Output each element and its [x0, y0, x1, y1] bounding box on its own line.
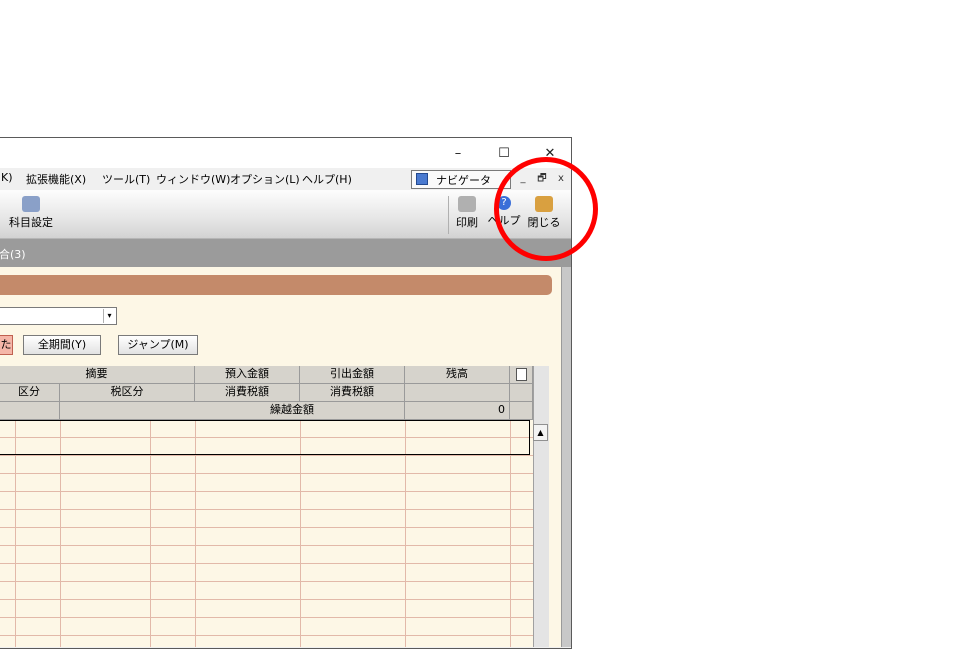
menu-bar: K) 拡張機能(X) ツール(T) ウィンドウ(W) オプション(L) ヘルプ(…	[0, 168, 571, 190]
toolbar-separator	[448, 196, 449, 234]
notepad-icon	[515, 368, 527, 381]
all-period-button[interactable]: 全期間(Y)	[23, 335, 101, 355]
navigator-icon	[416, 173, 428, 185]
menu-item-help[interactable]: ヘルプ(H)	[302, 171, 352, 187]
account-settings-button[interactable]: 科目設定	[5, 196, 57, 236]
navigator-button[interactable]: ナビゲータ	[411, 170, 511, 189]
print-label: 印刷	[456, 216, 478, 229]
header-summary: 摘要	[0, 366, 195, 384]
window-right-edge	[561, 267, 571, 647]
table-row[interactable]	[0, 564, 533, 600]
header-empty-corner	[510, 384, 533, 402]
account-settings-label: 科目設定	[9, 216, 53, 229]
tab-bar: 合(3)	[0, 239, 571, 267]
annotation-circle	[494, 157, 598, 261]
highlight-button[interactable]: た	[0, 335, 13, 355]
header-consumption-tax-withdrawal: 消費税額	[300, 384, 405, 402]
header-withdrawal: 引出金額	[300, 366, 405, 384]
column-settings-button[interactable]	[510, 366, 533, 384]
section-banner	[0, 275, 552, 295]
tab-partial[interactable]: 合(3)	[0, 246, 26, 262]
menu-item-tools[interactable]: ツール(T)	[102, 171, 150, 187]
vertical-scrollbar[interactable]	[533, 366, 549, 647]
carryover-value: 0	[405, 402, 510, 420]
table-row[interactable]	[0, 456, 533, 492]
jump-button[interactable]: ジャンプ(M)	[118, 335, 198, 355]
scroll-up-arrow[interactable]: ▲	[533, 424, 548, 441]
print-button[interactable]: 印刷	[451, 196, 483, 236]
header-category: 区分	[0, 384, 60, 402]
chevron-down-icon[interactable]: ▾	[103, 309, 115, 323]
account-settings-icon	[22, 196, 40, 212]
menu-item-partial[interactable]: K)	[1, 171, 13, 184]
ledger-pane: ▾ た 全期間(Y) ジャンプ(M) 摘要 預入金額 引出金額 残高 区分 税区…	[0, 267, 561, 647]
menu-item-options[interactable]: オプション(L)	[230, 171, 300, 187]
table-row[interactable]	[0, 528, 533, 564]
table-row[interactable]	[0, 600, 533, 636]
header-row3-corner	[510, 402, 533, 420]
navigator-label: ナビゲータ	[436, 174, 491, 187]
header-tax-category: 税区分	[60, 384, 195, 402]
table-row[interactable]	[0, 492, 533, 528]
header-consumption-tax-deposit: 消費税額	[195, 384, 300, 402]
printer-icon	[458, 196, 476, 212]
app-window: – ☐ ✕ K) 拡張機能(X) ツール(T) ウィンドウ(W) オプション(L…	[0, 137, 572, 649]
account-dropdown[interactable]: ▾	[0, 307, 117, 325]
minimize-button[interactable]: –	[435, 138, 481, 168]
grid-header: 摘要 預入金額 引出金額 残高 区分 税区分 消費税額 消費税額 繰越金額 0	[0, 366, 533, 420]
menu-item-window[interactable]: ウィンドウ(W)	[156, 171, 230, 187]
header-row3-blank	[0, 402, 60, 420]
toolbar: 科目設定 印刷 ? ヘルプ 閉じる	[0, 190, 571, 239]
selected-row-outline	[0, 420, 530, 455]
menu-item-extensions[interactable]: 拡張機能(X)	[26, 171, 86, 187]
title-bar: – ☐ ✕	[0, 138, 571, 168]
ledger-rows	[0, 420, 533, 647]
header-empty	[405, 384, 510, 402]
carryover-label: 繰越金額	[60, 402, 405, 420]
header-deposit: 預入金額	[195, 366, 300, 384]
header-balance: 残高	[405, 366, 510, 384]
